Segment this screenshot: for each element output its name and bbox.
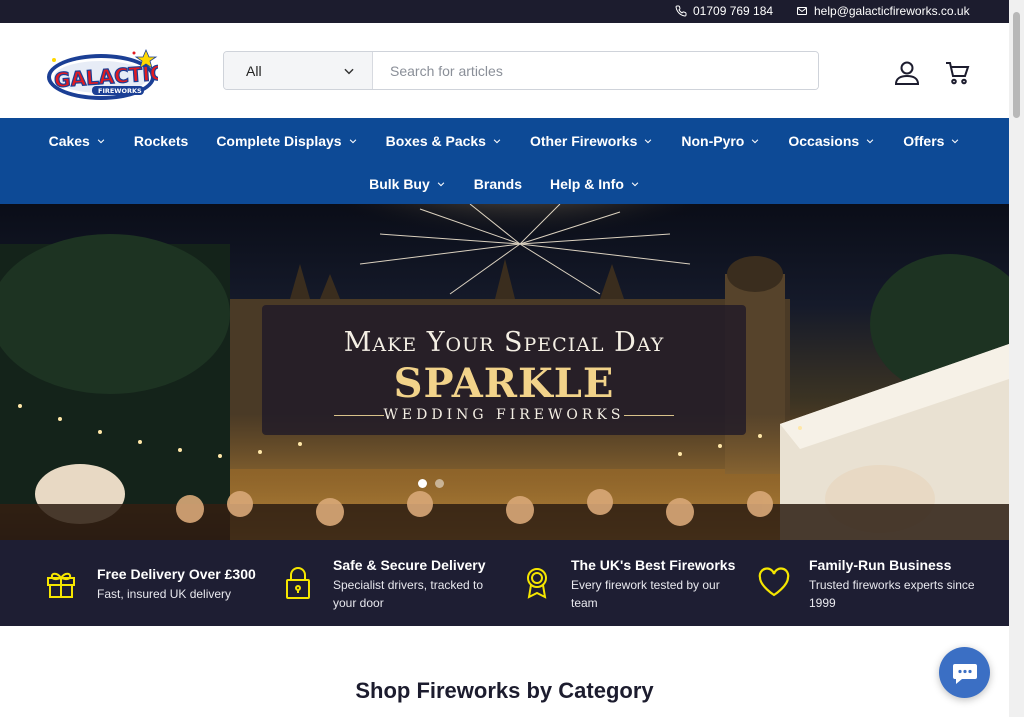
- nav-item-cakes[interactable]: Cakes: [49, 131, 106, 151]
- nav-item-brands[interactable]: Brands: [474, 174, 522, 194]
- main-nav: Cakes Rockets Complete Displays Boxes & Pac…: [0, 118, 1009, 204]
- nav-item-label: Offers: [903, 133, 945, 149]
- feature-family-run: Family-Run Business Trusted fireworks ex…: [750, 540, 1000, 626]
- phone-icon: [675, 5, 687, 17]
- user-icon[interactable]: [894, 60, 920, 86]
- nav-item-other-fireworks[interactable]: Other Fireworks: [530, 131, 653, 151]
- chevron-down-icon: [349, 139, 356, 144]
- page: 01709 769 184 help@galacticfireworks.co.…: [0, 0, 1024, 717]
- nav-item-label: Help & Info: [550, 176, 624, 192]
- feature-title: Family-Run Business: [809, 557, 952, 573]
- nav-item-label: Non-Pyro: [681, 133, 745, 149]
- nav-item-label: Occasions: [788, 133, 860, 149]
- nav-item-label: Cakes: [48, 133, 90, 149]
- nav-item-offers[interactable]: Offers: [903, 131, 960, 151]
- chevron-down-icon: [344, 68, 354, 74]
- nav-item-boxes-and-packs[interactable]: Boxes & Packs: [386, 131, 502, 151]
- chevron-down-icon: [866, 139, 874, 144]
- feature-title: Safe & Secure Delivery: [333, 557, 486, 573]
- chevron-down-icon: [437, 182, 445, 187]
- chevron-down-icon: [97, 139, 105, 144]
- chevron-down-icon: [493, 139, 501, 144]
- hero-headline: SPARKLE: [393, 360, 615, 407]
- nav-item-label: Complete Displays: [216, 133, 342, 149]
- heart-icon: [758, 567, 790, 597]
- mail-icon: [797, 7, 807, 15]
- feature-free-delivery: Free Delivery Over £300 Fast, insured UK…: [0, 540, 256, 626]
- email-address: help@galacticfireworks.co.uk: [814, 4, 970, 18]
- chevron-down-icon: [952, 139, 959, 144]
- feature-subtitle: Trusted fireworks experts since 1999: [809, 578, 975, 610]
- chat-button[interactable]: [939, 647, 990, 698]
- hero-heading: Make Your Special Day: [343, 327, 665, 358]
- chevron-down-icon: [645, 139, 652, 144]
- section-title: Shop Fireworks by Category: [355, 678, 654, 703]
- search-category-select[interactable]: All: [224, 52, 373, 89]
- feature-subtitle: Fast, insured UK delivery: [97, 587, 232, 601]
- nav-item-help-and-info[interactable]: Help & Info: [550, 174, 640, 194]
- hero-divider-right: [624, 415, 674, 416]
- nav-item-label: Brands: [473, 176, 523, 192]
- chevron-down-icon: [752, 139, 759, 144]
- phone-link[interactable]: 01709 769 184: [675, 4, 773, 18]
- search-category-value: All: [246, 62, 262, 79]
- nav-item-label: Rockets: [133, 133, 189, 149]
- nav-item-label: Boxes & Packs: [385, 133, 486, 149]
- gift-icon: [47, 572, 75, 598]
- feature-secure-delivery: Safe & Secure Delivery Specialist driver…: [270, 540, 510, 626]
- cart-icon[interactable]: [944, 60, 970, 86]
- nav-row-2: Bulk Buy Brands Help & Info: [0, 174, 1009, 194]
- nav-item-non-pyro[interactable]: Non-Pyro: [681, 131, 760, 151]
- feature-subtitle: Every firework tested by our team: [571, 578, 720, 610]
- search-bar: All: [223, 51, 819, 90]
- hero-text-panel: Make Your Special Day SPARKLE WEDDING FI…: [262, 305, 746, 435]
- top-bar: 01709 769 184 help@galacticfireworks.co.…: [0, 0, 1009, 23]
- nav-item-complete-displays[interactable]: Complete Displays: [216, 131, 357, 151]
- slider-dot[interactable]: [418, 479, 427, 488]
- nav-item-rockets[interactable]: Rockets: [134, 131, 188, 151]
- nav-row-1: Cakes Rockets Complete Displays Boxes & Pac…: [0, 131, 1009, 151]
- feature-title: Free Delivery Over £300: [97, 566, 256, 582]
- search-input[interactable]: [373, 52, 818, 89]
- nav-item-bulk-buy[interactable]: Bulk Buy: [369, 174, 446, 194]
- site-logo[interactable]: GALACTIC FIREWORKS: [46, 48, 166, 102]
- nav-item-label: Bulk Buy: [369, 176, 430, 192]
- scrollbar-thumb[interactable]: [1013, 12, 1020, 118]
- nav-item-label: Other Fireworks: [529, 133, 638, 149]
- slider-dots: [418, 479, 444, 488]
- chat-icon: [952, 663, 977, 684]
- feature-subtitle: Specialist drivers, tracked to your door: [333, 578, 484, 610]
- features-bar: Free Delivery Over £300 Fast, insured UK…: [0, 540, 1009, 626]
- slider-dot[interactable]: [435, 479, 444, 488]
- lock-icon: [286, 567, 310, 599]
- feature-best-fireworks: The UK's Best Fireworks Every firework t…: [510, 540, 750, 626]
- hero-banner[interactable]: Make Your Special Day SPARKLE WEDDING FI…: [0, 204, 1009, 540]
- nav-item-occasions[interactable]: Occasions: [788, 131, 875, 151]
- email-link[interactable]: help@galacticfireworks.co.uk: [796, 4, 970, 18]
- svg-text:FIREWORKS: FIREWORKS: [98, 87, 142, 95]
- feature-title: The UK's Best Fireworks: [571, 557, 736, 573]
- scrollbar[interactable]: [1009, 0, 1024, 717]
- award-icon: [527, 568, 547, 599]
- chevron-down-icon: [631, 182, 639, 187]
- phone-number: 01709 769 184: [693, 4, 774, 18]
- header: GALACTIC FIREWORKS All: [0, 23, 1009, 118]
